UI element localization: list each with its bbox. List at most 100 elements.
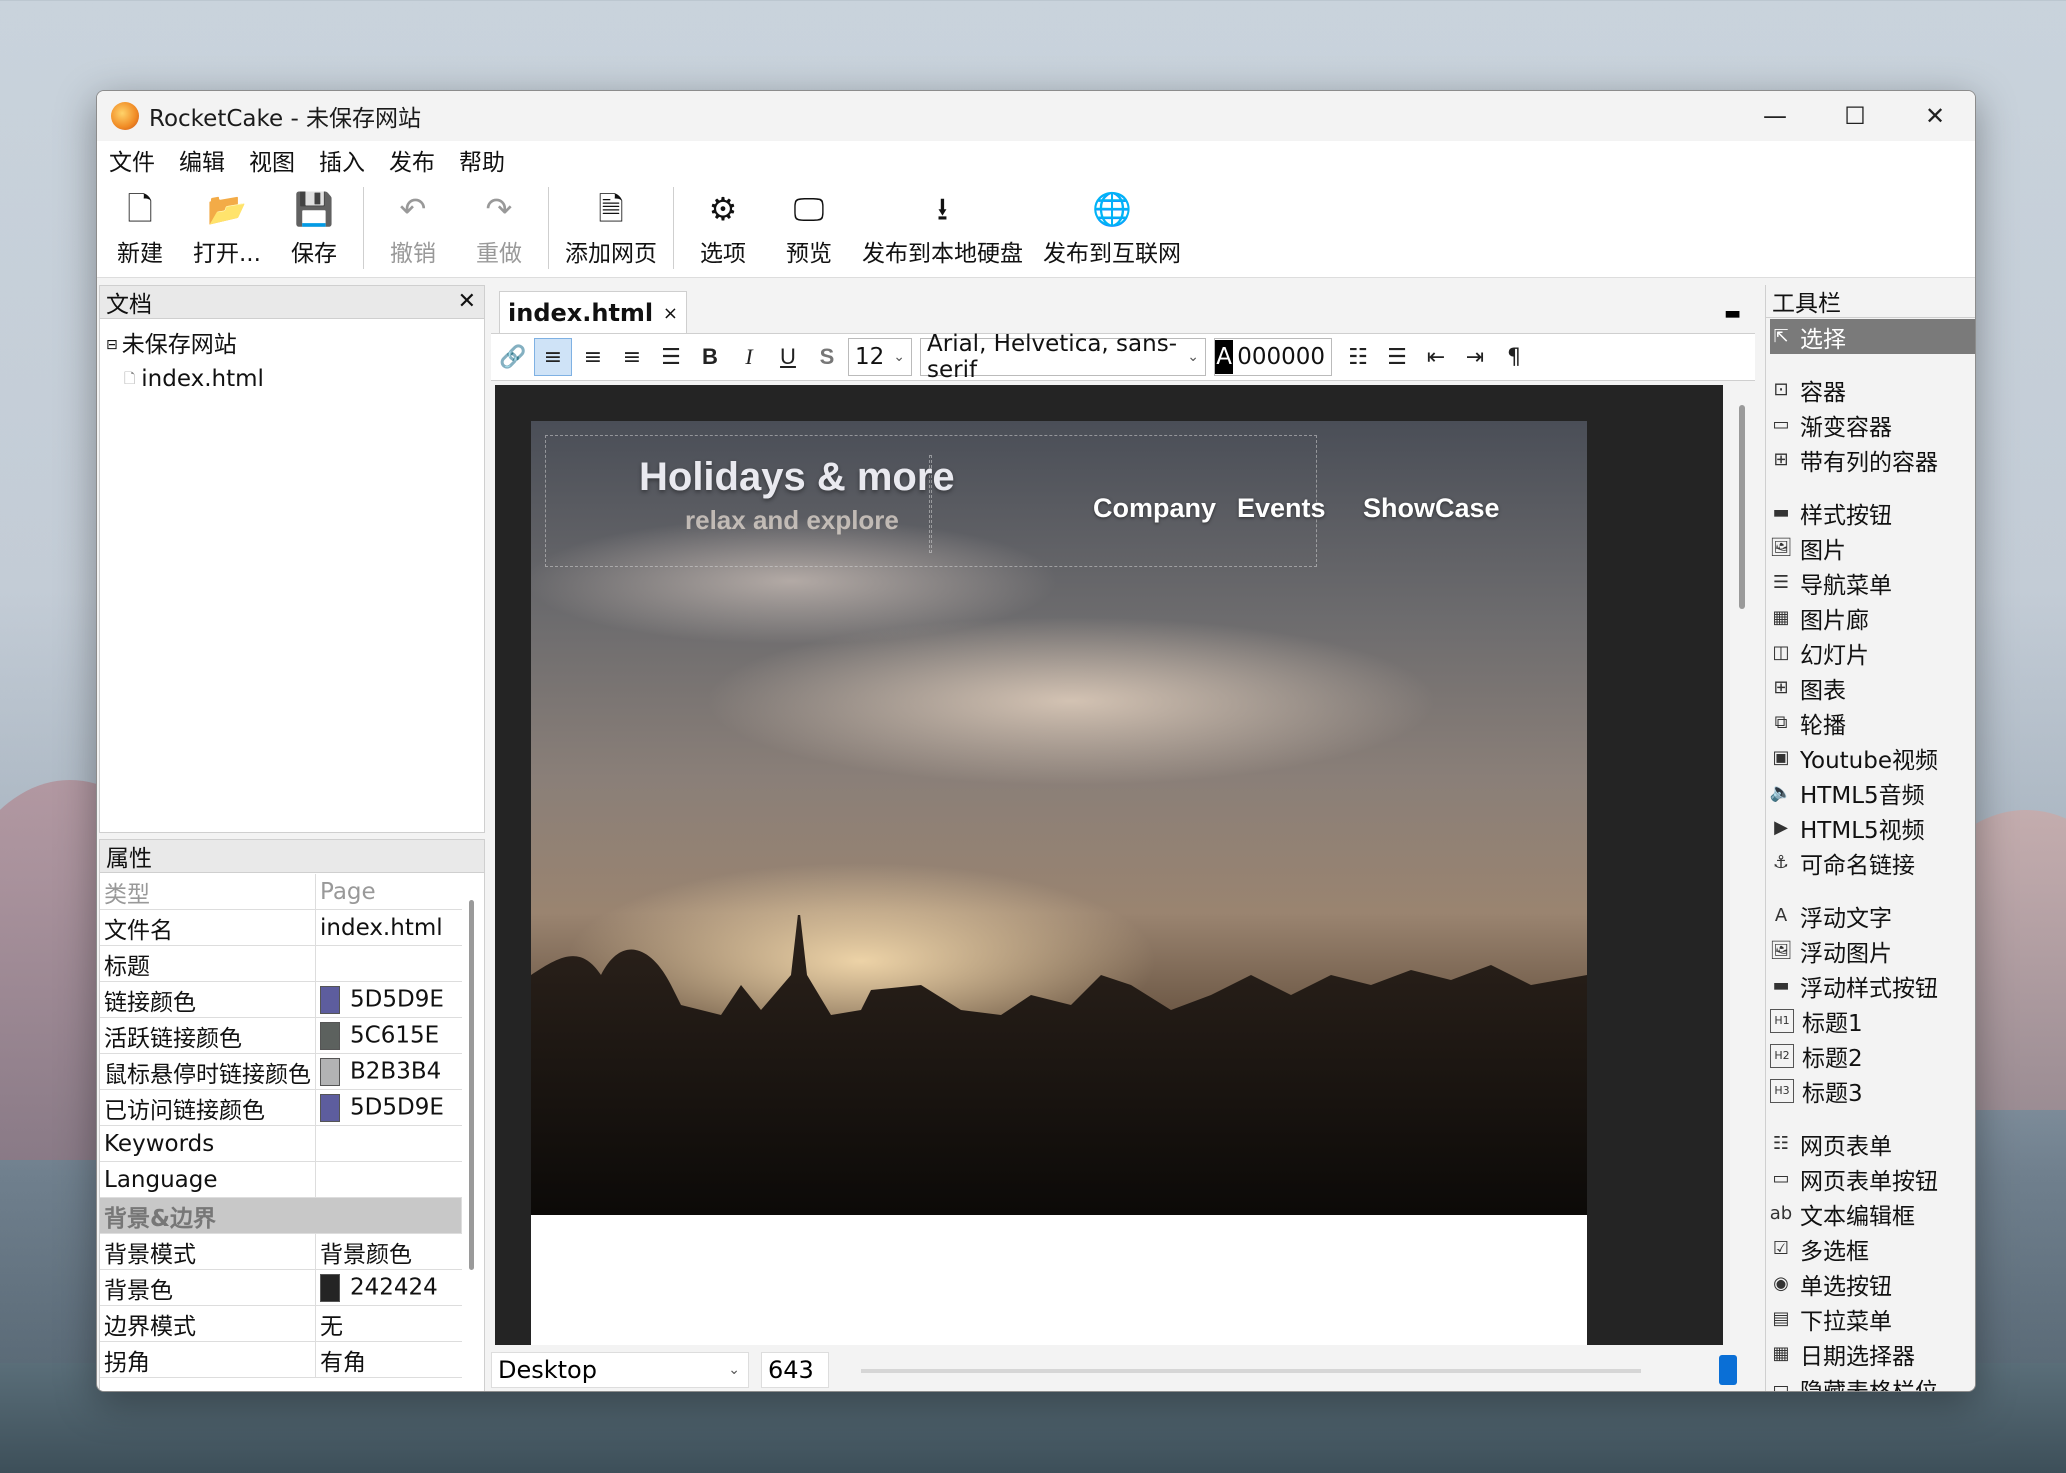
site-title[interactable]: Holidays & more [639,455,955,500]
property-row[interactable]: Keywords [100,1125,462,1162]
close-button[interactable]: ✕ [1895,91,1975,141]
nav-link-company[interactable]: Company [1093,493,1216,524]
align-center-icon[interactable]: ≡ [575,339,611,375]
tool-item[interactable]: 🖼 图片 [1770,530,1975,565]
tool-item[interactable]: ☑ 多选框 [1770,1231,1975,1266]
menu-item-5[interactable]: 帮助 [459,143,505,177]
tool-item[interactable]: A 浮动文字 [1770,898,1975,933]
tool-item[interactable]: ◉ 单选按钮 [1770,1266,1975,1301]
toolbar-button-2[interactable]: 💾 保存 [271,179,357,277]
collapse-icon[interactable]: ⊟ [106,328,118,362]
underline-icon[interactable]: U [770,339,806,375]
property-value[interactable]: B2B3B4 [315,1053,462,1090]
toolbar-button-6[interactable]: ⚙ 选项 [680,179,766,277]
page-preview[interactable]: Holidays & more relax and explore Compan… [531,421,1587,1345]
property-value[interactable]: 有角 [315,1341,462,1378]
numbered-list-icon[interactable]: ☰ [1379,339,1415,375]
property-row[interactable]: 边界模式无 [100,1305,462,1342]
toolbar-button-0[interactable]: 🗋 新建 [97,179,183,277]
property-row[interactable]: 标题 [100,945,462,982]
property-row[interactable]: 类型 Page [100,874,462,910]
property-row[interactable]: Language [100,1161,462,1198]
property-value[interactable] [315,945,462,982]
tool-item[interactable]: ▭ 渐变容器 [1770,407,1975,442]
tool-item[interactable]: 🖼 浮动图片 [1770,933,1975,968]
maximize-button[interactable]: ☐ [1815,91,1895,141]
page-width-field[interactable]: 643 [761,1352,829,1388]
nav-link-events[interactable]: Events [1237,493,1326,524]
tab-list-dropdown-icon[interactable]: ▬ [1724,303,1741,324]
align-left-icon[interactable]: ≡ [534,338,572,376]
toolbar-button-1[interactable]: 📂 打开... [183,179,271,277]
tool-item[interactable]: ▭ 隐藏表格栏位 [1770,1371,1975,1391]
property-value[interactable]: 5D5D9E [315,1089,462,1126]
tool-item[interactable]: ⇱ 选择 [1770,319,1975,354]
color-swatch[interactable] [320,1273,340,1302]
minimize-button[interactable]: — [1735,91,1815,141]
property-value[interactable]: 背景颜色 [315,1233,462,1270]
property-row[interactable]: 已访问链接颜色 5D5D9E [100,1089,462,1126]
property-value[interactable]: index.html [315,909,462,946]
color-swatch[interactable] [320,1093,340,1122]
menu-item-2[interactable]: 视图 [249,143,295,177]
tool-item[interactable]: ▤ 下拉菜单 [1770,1301,1975,1336]
property-value[interactable]: Page [315,874,462,910]
tool-item[interactable]: H3 标题3 [1770,1073,1975,1108]
tool-item[interactable]: ⊡ 容器 [1770,372,1975,407]
color-swatch[interactable] [320,985,340,1014]
design-canvas[interactable]: Holidays & more relax and explore Compan… [495,385,1723,1345]
property-row[interactable]: 链接颜色 5D5D9E [100,981,462,1018]
toolbar-button-7[interactable]: 🖵 预览 [766,179,852,277]
paragraph-marks-icon[interactable]: ¶ [1496,339,1532,375]
tool-item[interactable]: ⊞ 带有列的容器 [1770,442,1975,477]
text-color-picker[interactable]: A 000000 [1214,338,1332,376]
tool-item[interactable]: ⊞ 图表 [1770,670,1975,705]
menu-item-3[interactable]: 插入 [319,143,365,177]
align-justify-icon[interactable]: ☰ [653,339,689,375]
menu-item-1[interactable]: 编辑 [179,143,225,177]
toolbar-button-5[interactable]: 🗎 添加网页 [555,179,667,277]
tool-item[interactable]: ☰ 导航菜单 [1770,565,1975,600]
tool-item[interactable]: H1 标题1 [1770,1003,1975,1038]
text-shadow-icon[interactable]: S [809,339,845,375]
toolbar-button-8[interactable]: ⭳ 发布到本地硬盘 [852,179,1033,277]
tool-item[interactable]: ▭ 网页表单按钮 [1770,1161,1975,1196]
font-family-select[interactable]: Arial, Helvetica, sans-serif ⌄ [920,331,1206,383]
property-row[interactable]: 背景&边界 [100,1197,462,1234]
width-slider-track[interactable] [861,1369,1641,1373]
property-row[interactable]: 鼠标悬停时链接颜色 B2B3B4 [100,1053,462,1090]
tool-item[interactable]: ▣ Youtube视频 [1770,740,1975,775]
toolbar-button-4[interactable]: ↷ 重做 [456,179,542,277]
property-value[interactable]: 242424 [315,1269,462,1306]
documents-close-icon[interactable]: ✕ [458,286,476,318]
tool-item[interactable]: ◫ 幻灯片 [1770,635,1975,670]
property-row[interactable]: 活跃链接颜色 5C615E [100,1017,462,1054]
width-slider-thumb[interactable] [1719,1355,1737,1385]
tool-item[interactable]: ab 文本编辑框 [1770,1196,1975,1231]
bold-icon[interactable]: B [692,339,728,375]
property-value[interactable]: 5C615E [315,1017,462,1054]
tool-item[interactable]: H2 标题2 [1770,1038,1975,1073]
tool-item[interactable]: ⧉ 轮播 [1770,705,1975,740]
tab-index-html[interactable]: index.html × [499,291,687,334]
property-row[interactable]: 文件名 index.html [100,909,462,946]
menu-item-4[interactable]: 发布 [389,143,435,177]
hero-container[interactable]: Holidays & more relax and explore Compan… [531,421,1587,1215]
menu-item-0[interactable]: 文件 [109,143,155,177]
property-value[interactable]: 5D5D9E [315,981,462,1018]
align-right-icon[interactable]: ≡ [614,339,650,375]
property-row[interactable]: 背景色 242424 [100,1269,462,1306]
site-subtitle[interactable]: relax and explore [685,505,899,536]
property-row[interactable]: 背景模式 背景颜色 [100,1233,462,1270]
tool-item[interactable]: ⚓ 可命名链接 [1770,845,1975,880]
tab-close-icon[interactable]: × [663,303,678,324]
font-size-select[interactable]: 12 ⌄ [848,338,912,376]
property-value[interactable]: 无 [315,1305,462,1342]
indent-icon[interactable]: ⇥ [1457,339,1493,375]
tool-item[interactable]: ▬ 样式按钮 [1770,495,1975,530]
nav-link-showcase[interactable]: ShowCase [1363,493,1500,524]
outdent-icon[interactable]: ⇤ [1418,339,1454,375]
property-value[interactable] [315,1125,462,1162]
toolbar-button-9[interactable]: 🌐 发布到互联网 [1033,179,1191,277]
color-swatch[interactable] [320,1057,340,1086]
